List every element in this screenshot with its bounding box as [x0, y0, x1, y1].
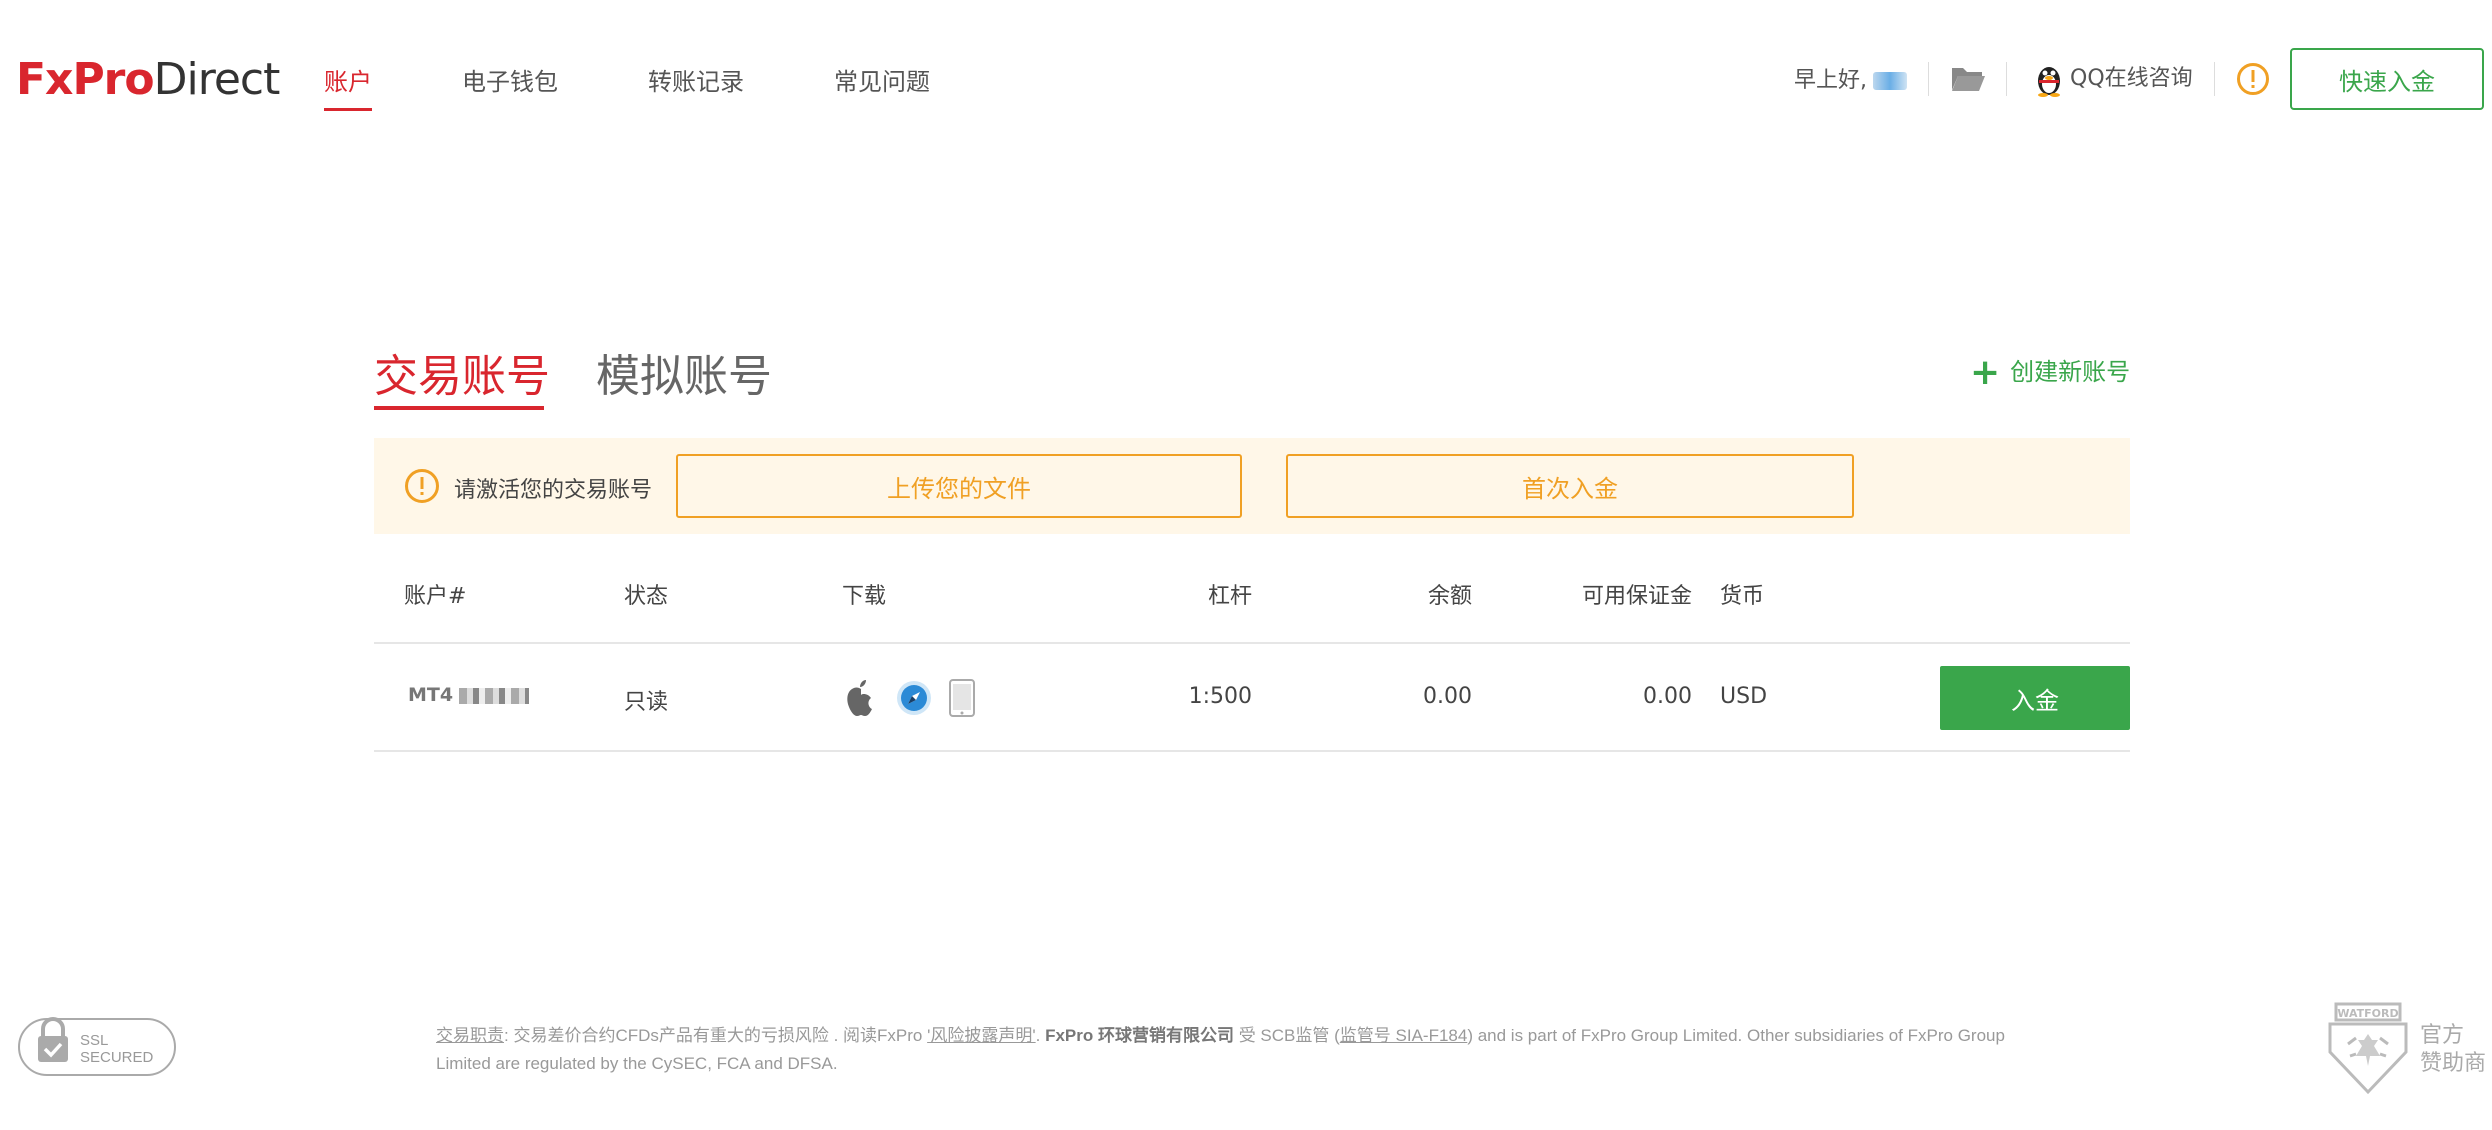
- ssl-line1: SSL: [80, 1032, 109, 1049]
- user-name-redacted: [1873, 72, 1907, 90]
- sponsor-line1: 官方: [2420, 1023, 2465, 1048]
- header-divider: [1928, 62, 1929, 96]
- safari-web-icon[interactable]: [896, 680, 932, 716]
- free-margin-value: 0.00: [1643, 684, 1692, 709]
- balance-value: 0.00: [1423, 684, 1472, 709]
- active-tab-underline: [374, 406, 544, 410]
- risk-disclosure-link[interactable]: '风险披露声明': [927, 1026, 1036, 1045]
- plus-icon: +: [1970, 352, 2001, 393]
- ssl-text: SSL SECURED: [80, 1032, 153, 1066]
- nav-account[interactable]: 账户: [324, 62, 372, 111]
- create-account-link[interactable]: + 创建新账号: [1970, 352, 2130, 393]
- account-number[interactable]: MT4: [408, 684, 530, 706]
- table-row-divider: [374, 750, 2130, 752]
- folder-icon[interactable]: [1950, 64, 1986, 94]
- watford-crest-logo: WATFORD: [2328, 1002, 2408, 1095]
- apple-icon[interactable]: [844, 678, 878, 718]
- col-header-leverage: 杠杆: [1207, 584, 1252, 609]
- sponsor-line2: 赞助商: [2420, 1051, 2487, 1076]
- col-header-download: 下载: [842, 584, 887, 609]
- activation-notice-text: 请激活您的交易账号: [454, 478, 653, 503]
- qq-consult-link[interactable]: QQ在线咨询: [2034, 60, 2193, 97]
- qq-label: QQ在线咨询: [2070, 66, 2193, 91]
- currency-value: USD: [1720, 684, 1768, 709]
- col-header-status: 状态: [624, 584, 669, 609]
- first-deposit-button[interactable]: 首次入金: [1286, 454, 1854, 518]
- logo-fxpro-text: FxPro: [16, 54, 155, 105]
- deposit-button[interactable]: 入金: [1940, 666, 2130, 730]
- footer-text-3: 受 SCB监管 (: [1233, 1026, 1340, 1045]
- tab-demo-accounts[interactable]: 模拟账号: [596, 340, 772, 404]
- logo-direct-text: Direct: [153, 54, 281, 105]
- col-header-free-margin: 可用保证金: [1581, 584, 1692, 609]
- table-header-divider: [374, 642, 2130, 644]
- ssl-lock-icon: [38, 1017, 68, 1062]
- fxpro-logo[interactable]: FxProDirect: [16, 54, 281, 105]
- footer-disclaimer: 交易职责: 交易差价合约CFDs产品有重大的亏损风险 . 阅读FxPro '风险…: [436, 1022, 2036, 1078]
- top-header: FxProDirect 账户 电子钱包 转账记录 常见问题 早上好, QQ在线咨…: [0, 0, 2492, 160]
- leverage-value: 1:500: [1188, 684, 1252, 709]
- quick-deposit-button[interactable]: 快速入金: [2290, 48, 2484, 110]
- nav-transfer-history[interactable]: 转账记录: [648, 62, 744, 97]
- col-header-account: 账户#: [404, 584, 467, 609]
- footer-text-2: .: [1035, 1026, 1046, 1045]
- header-divider: [2006, 62, 2007, 96]
- warning-icon: [405, 469, 439, 503]
- alert-icon[interactable]: [2236, 62, 2270, 96]
- risk-warning-link[interactable]: 交易职责: [436, 1026, 504, 1045]
- qq-penguin-icon: [2038, 67, 2060, 97]
- account-number-redacted: [459, 687, 530, 704]
- platform-label: MT4: [408, 684, 454, 706]
- create-account-label: 创建新账号: [2010, 358, 2131, 386]
- nav-faq[interactable]: 常见问题: [834, 62, 930, 97]
- greeting-text: 早上好,: [1794, 68, 1867, 93]
- nav-ewallet[interactable]: 电子钱包: [462, 62, 558, 97]
- tab-trading-accounts[interactable]: 交易账号: [374, 340, 550, 404]
- ssl-line2: SECURED: [80, 1049, 154, 1066]
- col-header-currency: 货币: [1720, 584, 1765, 609]
- header-divider: [2214, 62, 2215, 96]
- account-status: 只读: [624, 690, 669, 715]
- upload-documents-button[interactable]: 上传您的文件: [676, 454, 1242, 518]
- license-link[interactable]: 监管号 SIA-F184: [1340, 1026, 1468, 1045]
- footer-company: FxPro 环球营销有限公司: [1045, 1026, 1234, 1045]
- watford-label: WATFORD: [2337, 1007, 2398, 1020]
- footer-text-1: : 交易差价合约CFDs产品有重大的亏损风险 . 阅读FxPro: [504, 1026, 928, 1045]
- greeting: 早上好,: [1794, 62, 1907, 94]
- col-header-balance: 余额: [1427, 584, 1472, 609]
- official-sponsor-label: 官方 赞助商: [2420, 1022, 2486, 1078]
- mobile-device-icon[interactable]: [948, 678, 976, 718]
